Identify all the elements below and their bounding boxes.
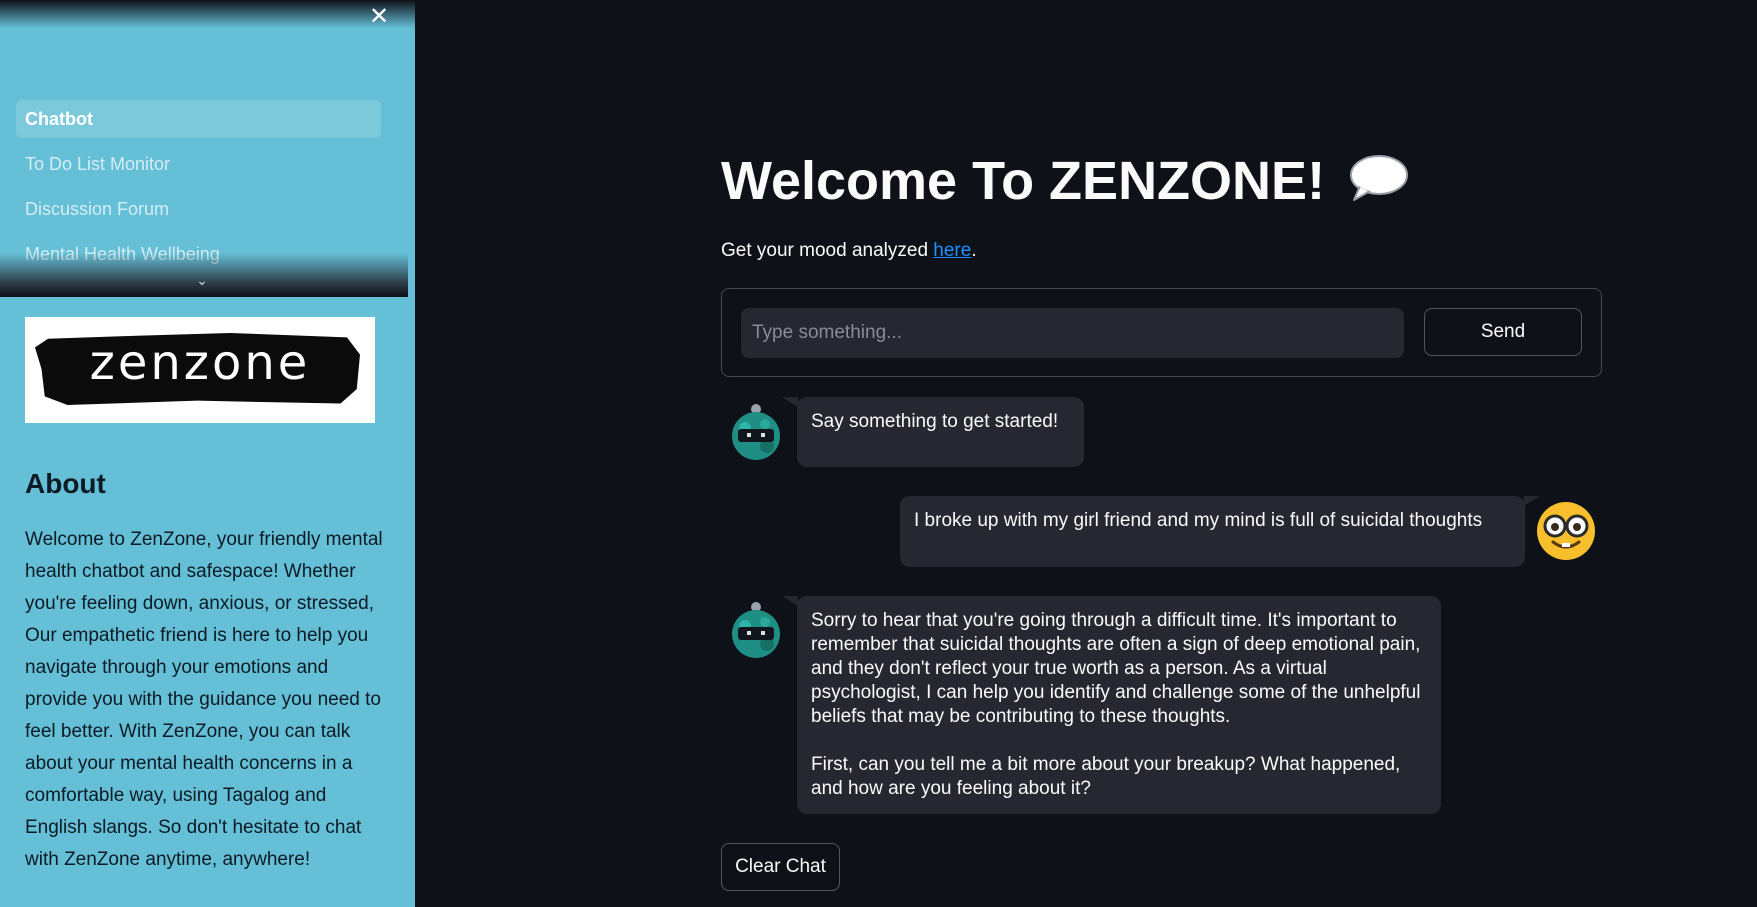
about-text: Welcome to ZenZone, your friendly mental… xyxy=(25,529,383,870)
message-text: I broke up with my girl friend and my mi… xyxy=(914,510,1483,531)
mood-analyze-link[interactable]: here xyxy=(933,240,971,261)
about-heading: About xyxy=(25,468,106,499)
robot-avatar-icon xyxy=(727,600,785,658)
mood-suffix-text: . xyxy=(971,240,977,261)
user-message-bubble: I broke up with my girl friend and my mi… xyxy=(900,496,1525,567)
sidebar-item-chatbot[interactable]: Chatbot xyxy=(16,100,381,138)
close-sidebar-icon[interactable]: ✕ xyxy=(366,4,392,30)
sidebar-top-fade xyxy=(0,0,415,28)
bot-message-bubble: Sorry to hear that you're going through … xyxy=(797,596,1441,814)
mood-prefix-text: Get your mood analyzed xyxy=(721,240,934,261)
chat-input[interactable] xyxy=(741,308,1404,358)
speech-bubble-icon xyxy=(1348,152,1410,217)
sidebar: ✕ Chatbot To Do List Monitor Discussion … xyxy=(0,0,415,907)
zenzone-logo: zenzone xyxy=(25,317,375,423)
message-text: Sorry to hear that you're going through … xyxy=(811,610,1421,727)
sidebar-item-to-do-list-monitor[interactable]: To Do List Monitor xyxy=(16,145,381,183)
robot-avatar-icon xyxy=(727,402,785,460)
clear-chat-button[interactable]: Clear Chat xyxy=(721,843,840,891)
send-button[interactable]: Send xyxy=(1424,308,1582,356)
page-title-text: Welcome To ZENZONE! xyxy=(721,151,1326,211)
bot-message-bubble: Say something to get started! xyxy=(797,397,1084,467)
bubble-tail xyxy=(782,397,798,407)
mood-analyze-line: Get your mood analyzed here. xyxy=(721,240,977,262)
nerd-face-avatar-icon xyxy=(1537,502,1595,560)
chevron-down-icon[interactable]: ⌄ xyxy=(192,272,212,288)
logo-text: zenzone xyxy=(89,335,311,391)
bubble-tail xyxy=(782,596,798,606)
sidebar-item-discussion-forum[interactable]: Discussion Forum xyxy=(16,190,381,228)
message-text: First, can you tell me a bit more about … xyxy=(811,754,1401,799)
page-title: Welcome To ZENZONE! xyxy=(721,150,1410,217)
message-text: Say something to get started! xyxy=(811,411,1059,432)
chat-input-form: Send xyxy=(721,288,1602,377)
